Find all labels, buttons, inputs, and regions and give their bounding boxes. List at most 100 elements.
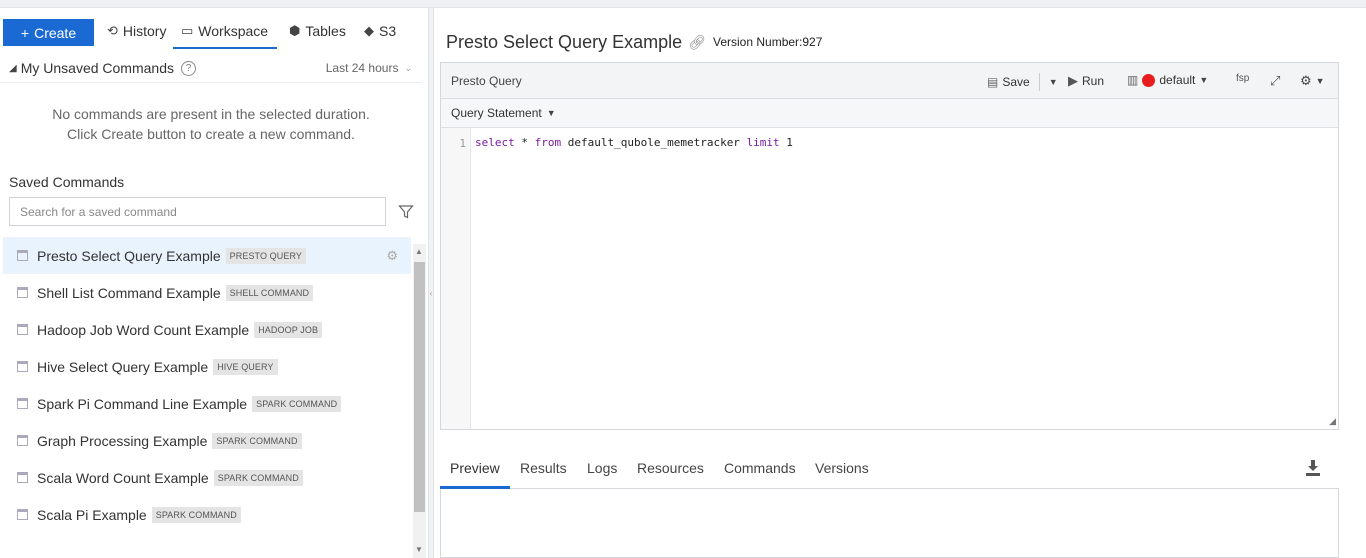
saved-command-item[interactable]: Shell List Command Example SHELL COMMAND <box>3 274 411 311</box>
query-editor: Presto Query ▤ Save ▼ ▶ Run ▥ default ▼ … <box>440 62 1339 430</box>
help-icon[interactable]: ? <box>180 60 196 76</box>
command-icon <box>17 361 28 372</box>
tab-tables[interactable]: ⬢ Tables <box>289 23 346 39</box>
plus-icon: + <box>20 24 30 41</box>
query-statement-label: Query Statement <box>451 106 542 120</box>
tab-workspace-label: Workspace <box>198 23 269 39</box>
saved-command-item[interactable]: Scala Pi Example SPARK COMMAND <box>3 496 411 533</box>
collapse-handle-icon[interactable]: ‹ <box>429 288 433 300</box>
query-title: Presto Select Query Example <box>446 32 683 52</box>
code-keyword: select <box>475 136 515 149</box>
format-sql-button[interactable]: fsp <box>1236 73 1249 84</box>
saved-command-item[interactable]: Hadoop Job Word Count Example HADOOP JOB <box>3 311 411 348</box>
cluster-icon: ▥ <box>1127 73 1139 87</box>
code-editor[interactable]: 1 select * from default_qubole_memetrack… <box>441 128 1338 429</box>
saved-command-item[interactable]: Spark Pi Command Line Example SPARK COMM… <box>3 385 411 422</box>
tab-versions[interactable]: Versions <box>815 460 869 476</box>
saved-command-name: Hive Select Query Example <box>37 358 209 375</box>
run-button[interactable]: ▶ Run <box>1068 73 1104 89</box>
command-type-badge: SPARK COMMAND <box>151 506 241 523</box>
saved-command-item[interactable]: Graph Processing Example SPARK COMMAND <box>3 422 411 459</box>
separator <box>1038 73 1040 91</box>
duration-select[interactable]: Last 24 hours ⌄ <box>326 61 412 75</box>
scroll-down-icon[interactable]: ▼ <box>415 545 423 554</box>
tables-icon: ⬢ <box>289 23 301 38</box>
saved-command-name: Presto Select Query Example <box>37 247 221 264</box>
saved-command-name: Graph Processing Example <box>37 432 208 449</box>
saved-command-item[interactable]: Presto Select Query Example PRESTO QUERY… <box>3 237 411 274</box>
scroll-thumb[interactable] <box>414 262 425 512</box>
history-icon: ⟲ <box>107 23 118 38</box>
query-title-row: Presto Select Query Example 🔗︎ <box>446 32 706 53</box>
query-panel: Presto Select Query Example 🔗︎ Version N… <box>434 8 1366 558</box>
tab-history[interactable]: ⟲ History <box>107 23 166 39</box>
line-number: 1 <box>459 137 466 150</box>
results-tabs: Preview Results Logs Resources Commands … <box>440 453 1339 489</box>
saved-command-name: Spark Pi Command Line Example <box>37 395 248 412</box>
saved-command-item[interactable]: Scala Word Count Example SPARK COMMAND <box>3 459 411 496</box>
tab-workspace[interactable]: ▭ Workspace <box>181 23 268 39</box>
editor-toolbar: Presto Query ▤ Save ▼ ▶ Run ▥ default ▼ … <box>441 63 1338 99</box>
gear-icon: ⚙ <box>1300 73 1312 88</box>
saved-command-search-input[interactable] <box>9 197 386 226</box>
resize-grip-icon[interactable]: ◢ <box>1329 416 1336 427</box>
run-button-label: Run <box>1082 74 1105 88</box>
tab-s3[interactable]: ◆ S3 <box>364 23 396 39</box>
command-icon <box>17 287 28 298</box>
tab-logs[interactable]: Logs <box>587 460 617 476</box>
collapse-triangle-icon[interactable]: ◢ <box>9 63 17 74</box>
query-statement-dropdown[interactable]: Query Statement ▼ <box>451 106 556 120</box>
saved-command-name: Shell List Command Example <box>37 284 221 301</box>
fsp-label: fsp <box>1236 73 1250 84</box>
save-button[interactable]: ▤ Save ▼ <box>987 73 1058 91</box>
top-bar <box>0 0 1366 8</box>
saved-commands-title: Saved Commands <box>9 174 125 190</box>
s3-icon: ◆ <box>364 23 374 38</box>
tab-tables-label: Tables <box>305 23 346 39</box>
empty-message-line1: No commands are present in the selected … <box>52 106 370 122</box>
active-tab-indicator <box>173 47 277 49</box>
create-button-label: Create <box>34 24 77 41</box>
command-type-badge: SPARK COMMAND <box>213 469 303 486</box>
saved-commands-list: Presto Select Query Example PRESTO QUERY… <box>3 237 411 558</box>
expand-icon[interactable]: ⤢ <box>1270 73 1280 89</box>
empty-message-line2: Click Create button to create a new comm… <box>67 126 355 142</box>
command-icon <box>17 435 28 446</box>
chevron-down-icon: ▼ <box>1199 75 1209 85</box>
code-line[interactable]: select * from default_qubole_memetracker… <box>475 136 793 149</box>
workspace-icon: ▭ <box>181 23 194 38</box>
gear-icon[interactable]: ⚙ <box>386 248 398 264</box>
saved-command-item[interactable]: Hive Select Query Example HIVE QUERY <box>3 348 411 385</box>
unsaved-commands-title: My Unsaved Commands <box>20 60 174 76</box>
cluster-status-dot <box>1142 73 1156 87</box>
code-keyword: from <box>534 136 562 149</box>
version-number: Version Number:927 <box>713 35 823 49</box>
code-text: default_qubole_memetracker <box>561 136 747 149</box>
tab-results[interactable]: Results <box>520 460 567 476</box>
save-options-caret-icon[interactable]: ▼ <box>1049 77 1058 87</box>
command-icon <box>17 324 28 335</box>
download-icon[interactable] <box>1305 459 1321 477</box>
tab-commands[interactable]: Commands <box>724 460 796 476</box>
scroll-up-icon[interactable]: ▲ <box>415 247 423 256</box>
tab-history-label: History <box>122 23 167 39</box>
line-gutter: 1 <box>441 128 471 429</box>
tab-preview[interactable]: Preview <box>450 460 500 476</box>
command-type-badge: HIVE QUERY <box>213 358 278 375</box>
saved-command-name: Hadoop Job Word Count Example <box>37 321 250 338</box>
command-type-badge: SPARK COMMAND <box>252 395 342 412</box>
play-icon: ▶ <box>1068 73 1078 88</box>
code-text: 1 <box>779 136 793 149</box>
cluster-name: default <box>1159 73 1196 87</box>
command-icon <box>17 472 28 483</box>
create-button[interactable]: + Create <box>3 19 94 46</box>
unsaved-commands-header[interactable]: ◢ My Unsaved Commands ? Last 24 hours ⌄ <box>0 55 422 83</box>
link-icon[interactable]: 🔗︎ <box>688 34 706 51</box>
settings-menu[interactable]: ⚙ ▼ <box>1300 73 1325 89</box>
filter-icon[interactable] <box>398 204 414 220</box>
duration-value: Last 24 hours <box>325 61 399 75</box>
chevron-down-icon: ▼ <box>1315 76 1325 86</box>
saved-list-scrollbar[interactable]: ▲ ▼ <box>413 244 426 558</box>
cluster-select[interactable]: ▥ default ▼ <box>1127 73 1208 87</box>
tab-resources[interactable]: Resources <box>637 460 704 476</box>
